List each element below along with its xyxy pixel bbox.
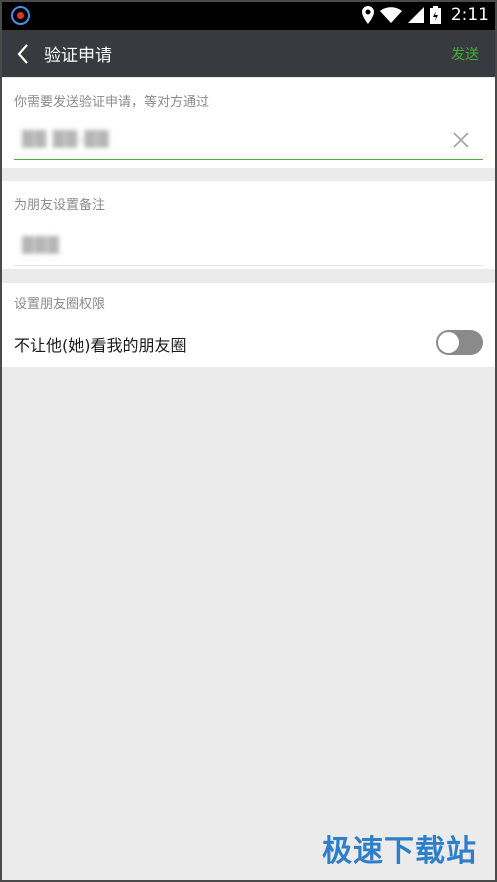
page-title: 验证申请 — [44, 46, 112, 66]
back-arrow-icon[interactable] — [14, 42, 32, 66]
battery-icon — [429, 6, 441, 24]
title-bar: 验证申请 发送 — [0, 30, 497, 77]
hide-moments-toggle[interactable] — [436, 330, 483, 355]
watermark: 极速下载站 — [322, 834, 477, 869]
clock: 2:11 — [450, 5, 489, 25]
wifi-icon — [379, 7, 402, 23]
remark-input[interactable]: ███ — [14, 226, 483, 266]
verify-message-input[interactable]: ██ ██-██ — [14, 120, 483, 160]
toggle-knob — [438, 332, 459, 353]
signal-icon — [407, 7, 424, 23]
send-button[interactable]: 发送 — [451, 44, 479, 64]
verify-message-section: 你需要发送验证申请，等对方通过 ██ ██-██ — [2, 78, 495, 168]
status-bar: 2:11 — [0, 0, 497, 30]
moments-permission-section: 设置朋友圈权限 不让他(她)看我的朋友圈 — [2, 283, 495, 367]
verify-message-label: 你需要发送验证申请，等对方通过 — [14, 95, 210, 110]
moments-permission-label: 设置朋友圈权限 — [14, 297, 106, 312]
remark-label: 为朋友设置备注 — [14, 198, 106, 213]
status-icons: 2:11 — [361, 0, 489, 30]
verify-message-value: ██ ██-██ — [22, 130, 110, 148]
record-icon — [11, 6, 30, 25]
remark-section: 为朋友设置备注 ███ — [2, 181, 495, 269]
location-icon — [361, 6, 374, 24]
clear-icon[interactable] — [451, 130, 471, 150]
remark-value: ███ — [22, 236, 60, 254]
hide-moments-label: 不让他(她)看我的朋友圈 — [14, 336, 187, 355]
